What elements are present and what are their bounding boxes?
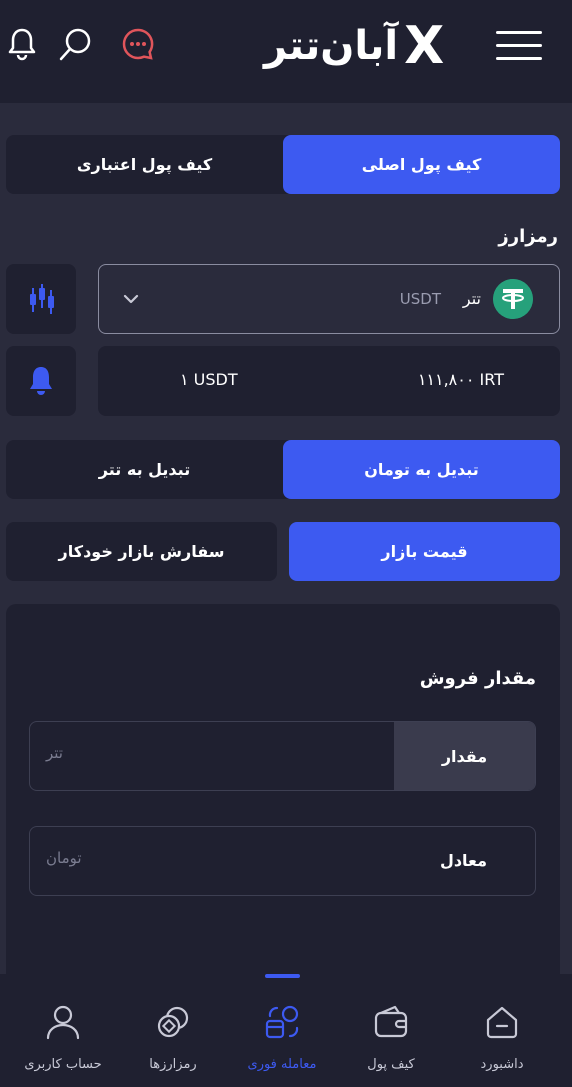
amount-label: مقدار (394, 722, 535, 790)
price-display: ۱۱۱,۸۰۰ IRT ۱ USDT (98, 346, 560, 416)
price-usdt: ۱ USDT (180, 370, 238, 389)
price-alert-button[interactable] (6, 346, 76, 416)
tab-auto-market-order-label: سفارش بازار خودکار (58, 542, 225, 561)
candlestick-icon (30, 284, 54, 314)
nav-label-wallet: کیف پول (367, 1057, 415, 1072)
nav-item-instant-trade[interactable]: معامله فوری (225, 974, 339, 1087)
crypto-name: تتر (462, 289, 481, 308)
chart-button[interactable] (6, 264, 76, 334)
nav-item-account[interactable]: حساب کاربری (6, 974, 120, 1087)
nav-label-account: حساب کاربری (24, 1057, 102, 1072)
equivalent-label: معادل (439, 851, 487, 870)
order-type-tabs: قیمت بازار سفارش بازار خودکار (6, 522, 560, 581)
equivalent-field[interactable]: معادل تومان (29, 826, 536, 896)
nav-item-cryptos[interactable]: رمزارزها (116, 974, 230, 1087)
coins-icon (157, 1006, 189, 1038)
tab-convert-toman[interactable]: تبدیل به تومان (283, 440, 560, 499)
tab-convert-toman-label: تبدیل به تومان (364, 460, 479, 479)
tab-market-price[interactable]: قیمت بازار (289, 522, 560, 581)
crypto-section-title: رمزارز (498, 226, 558, 247)
equivalent-input-placeholder: تومان (46, 849, 82, 867)
tab-credit-wallet[interactable]: کیف پول اعتباری (6, 135, 283, 194)
tab-convert-tether-label: تبدیل به تتر (98, 460, 191, 479)
tab-credit-wallet-label: کیف پول اعتباری (76, 155, 213, 174)
wallet-icon (374, 1005, 408, 1038)
tab-main-wallet-label: کیف پول اصلی (361, 155, 482, 174)
price-irt: ۱۱۱,۸۰۰ IRT (417, 370, 504, 389)
brand-logo[interactable]: آبان‌تتر X (264, 16, 445, 76)
tab-main-wallet[interactable]: کیف پول اصلی (283, 135, 560, 194)
nav-label-cryptos: رمزارزها (149, 1057, 197, 1072)
crypto-symbol: USDT (399, 290, 441, 308)
brand-mark: X (404, 16, 445, 76)
crypto-select[interactable]: تتر USDT (98, 264, 560, 334)
bottom-nav: داشبورد کیف پول معامله فوری رمزارزها حسا… (0, 974, 572, 1087)
tab-market-price-label: قیمت بازار (381, 542, 468, 561)
chat-icon[interactable] (120, 26, 156, 62)
nav-item-wallet[interactable]: کیف پول (334, 974, 448, 1087)
brand-name: آبان‌تتر (264, 23, 399, 69)
bell-filled-icon (30, 367, 52, 395)
sell-amount-title: مقدار فروش (419, 668, 536, 689)
amount-field[interactable]: مقدار تتر (29, 721, 536, 791)
tab-auto-market-order[interactable]: سفارش بازار خودکار (6, 522, 277, 581)
wallet-tabs: کیف پول اصلی کیف پول اعتباری (6, 135, 560, 194)
home-icon (486, 1006, 518, 1039)
convert-tabs: تبدیل به تومان تبدیل به تتر (6, 440, 560, 499)
exchange-icon (265, 1005, 299, 1039)
sell-panel (6, 604, 560, 1004)
bell-icon[interactable] (4, 26, 40, 62)
tab-convert-tether[interactable]: تبدیل به تتر (6, 440, 283, 499)
app-header: آبان‌تتر X (0, 0, 572, 103)
user-icon (46, 1005, 80, 1040)
chevron-down-icon (123, 294, 139, 304)
menu-icon[interactable] (496, 31, 542, 61)
search-icon[interactable] (58, 26, 94, 62)
amount-input-placeholder: تتر (46, 744, 63, 762)
tether-icon (493, 279, 533, 319)
nav-label-dashboard: داشبورد (480, 1057, 524, 1072)
nav-label-instant-trade: معامله فوری (247, 1057, 317, 1072)
nav-item-dashboard[interactable]: داشبورد (445, 974, 559, 1087)
